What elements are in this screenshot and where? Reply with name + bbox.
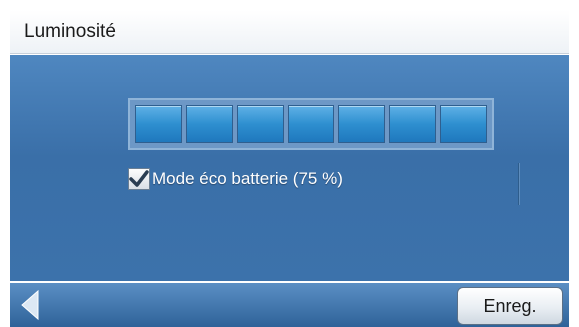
divider <box>518 163 520 205</box>
brightness-segment[interactable] <box>389 105 437 143</box>
page-title: Luminosité <box>24 20 116 42</box>
brightness-segment[interactable] <box>287 105 335 143</box>
brightness-segment[interactable] <box>338 105 386 143</box>
save-button[interactable]: Enreg. <box>457 287 563 325</box>
brightness-slider[interactable] <box>128 98 494 150</box>
back-arrow-icon <box>21 289 39 321</box>
brightness-segment[interactable] <box>236 105 284 143</box>
screen: Luminosité Mode éco batterie (75 %) Enre… <box>0 0 579 327</box>
eco-mode-label: Mode éco batterie (75 %) <box>152 169 343 188</box>
back-button[interactable] <box>10 283 50 327</box>
eco-mode-checkbox[interactable] <box>128 168 150 190</box>
eco-mode-row[interactable]: Mode éco batterie (75 %) <box>128 168 343 190</box>
checkmark-icon <box>129 170 149 187</box>
main-panel: Mode éco batterie (75 %) <box>10 55 569 281</box>
bottom-bar: Enreg. <box>10 283 569 327</box>
brightness-segment[interactable] <box>185 105 233 143</box>
brightness-segment[interactable] <box>440 105 488 143</box>
brightness-segment[interactable] <box>135 105 182 143</box>
title-bar: Luminosité <box>10 10 569 54</box>
